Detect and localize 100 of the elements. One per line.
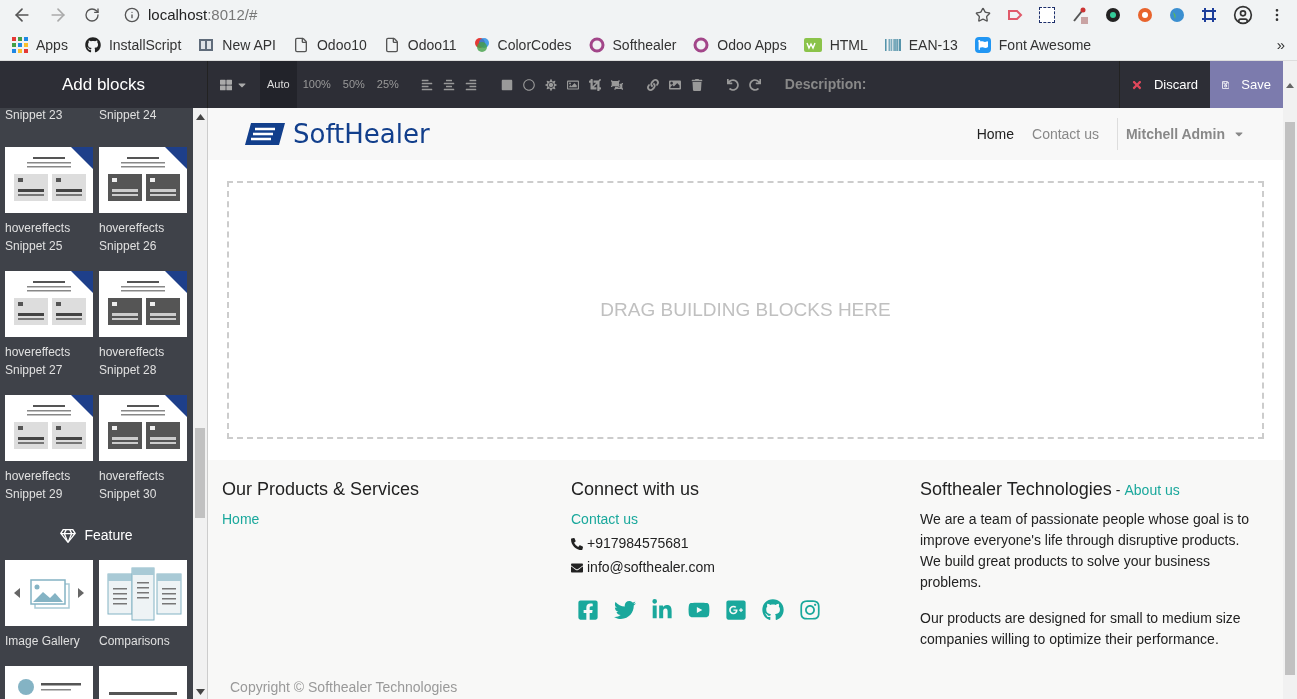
bookmark-link[interactable]: Odoo10 (293, 34, 367, 56)
bookmark-link[interactable]: HTML (803, 34, 868, 56)
snippet-thumbnail[interactable] (99, 147, 187, 213)
block-label: Snippet 24 (99, 108, 158, 124)
ring-icon (588, 37, 605, 53)
bookmark-link[interactable]: Odoo Apps (693, 34, 787, 56)
block-label: hovereffects Snippet 30 (99, 468, 166, 503)
bookmark-link[interactable]: Apps (12, 34, 68, 56)
page-icon (383, 37, 400, 53)
scroll-up-icon[interactable] (1286, 83, 1294, 88)
ring-icon (693, 37, 710, 53)
barcode-icon (884, 37, 901, 53)
bookmark-link[interactable]: Softhealer (588, 34, 677, 56)
info-icon (124, 7, 140, 23)
w3-icon (803, 38, 822, 52)
snippet-thumbnail[interactable] (99, 395, 187, 461)
trash-icon[interactable] (690, 78, 703, 91)
envelope-icon (571, 561, 583, 574)
save-button[interactable]: Save (1210, 61, 1283, 108)
transform-icon[interactable] (610, 78, 623, 91)
profile-icon[interactable] (1233, 5, 1253, 25)
block-label: Comparisons (99, 633, 171, 650)
align-right-icon[interactable] (464, 78, 477, 91)
team-thumbnail[interactable] (5, 666, 93, 699)
eyedropper-icon[interactable] (1071, 6, 1089, 24)
drop-zone-hint: DRAG BUILDING BLOCKS HERE (600, 297, 891, 322)
crop-icon[interactable] (588, 78, 601, 91)
size-option[interactable]: 50% (336, 61, 371, 108)
extension-icon[interactable] (1039, 7, 1055, 23)
scroll-up-icon[interactable] (196, 114, 205, 120)
align-center-icon[interactable] (442, 78, 455, 91)
block-label: Snippet 23 (5, 108, 64, 124)
grid-icon[interactable] (220, 78, 232, 91)
block-label: hovereffects Snippet 25 (5, 220, 72, 255)
description-label: Description: (784, 75, 867, 94)
github-icon (84, 37, 101, 53)
google-plus-icon[interactable] (725, 599, 747, 621)
snippet-thumbnail[interactable] (99, 271, 187, 337)
bookmark-link[interactable]: Odoo11 (383, 34, 457, 56)
undo-icon[interactable] (726, 78, 739, 91)
phone-icon (571, 537, 583, 550)
link-icon[interactable] (646, 78, 659, 91)
image-icon[interactable] (668, 78, 681, 91)
extension-icon[interactable] (1105, 7, 1121, 23)
sidebar-scrollbar[interactable] (193, 108, 208, 699)
scroll-down-icon[interactable] (196, 689, 205, 695)
copyright-text: Copyright © Softhealer Technologies (229, 678, 459, 697)
block-label: Image Gallery (5, 633, 81, 650)
url-host: localhost:8012/# (148, 4, 258, 25)
snippet-thumbnail[interactable] (5, 395, 93, 461)
snippet-thumbnail[interactable] (5, 271, 93, 337)
crop-frame-icon[interactable] (1201, 7, 1217, 23)
github-icon[interactable] (762, 599, 784, 621)
close-icon (1132, 78, 1142, 91)
bookmark-link[interactable]: EAN-13 (884, 34, 958, 56)
text-block-thumbnail[interactable] (99, 666, 187, 699)
footer-paragraph: We are a team of passionate people whose goal is to improve everyone's life through disruptive products. We build great products to solve your business problems. (920, 510, 1250, 592)
logo-mark-icon (245, 123, 285, 145)
scrollbar-thumb[interactable] (1285, 122, 1295, 675)
phone-number: +917984575681 (587, 534, 689, 553)
instagram-icon[interactable] (799, 599, 821, 621)
reload-icon[interactable] (84, 7, 100, 23)
star-icon[interactable] (975, 7, 991, 23)
sun-icon[interactable] (544, 78, 557, 91)
footer-paragraph: Our products are designed for small to medium size companies willing to optimize their performance. (920, 609, 1242, 649)
discard-button[interactable]: Discard (1120, 61, 1210, 108)
page-scrollbar[interactable] (1283, 108, 1297, 699)
bookmark-link[interactable]: InstallScript (84, 34, 182, 56)
block-label: hovereffects Snippet 28 (99, 344, 166, 379)
twitter-icon[interactable] (614, 599, 636, 621)
facebook-icon[interactable] (577, 599, 599, 621)
color-wheel-icon (473, 37, 490, 53)
block-label: hovereffects Snippet 26 (99, 220, 166, 255)
section-title: Feature (84, 526, 133, 545)
page-icon (293, 37, 309, 53)
size-option[interactable]: 25% (370, 61, 405, 108)
footer-heading: Connect with us (571, 478, 701, 501)
image-gallery-thumbnail[interactable] (5, 560, 93, 626)
linkedin-icon[interactable] (651, 599, 673, 621)
size-option[interactable]: Auto (260, 61, 297, 108)
image-icon[interactable] (566, 78, 579, 91)
apps-grid-icon (12, 37, 28, 53)
redo-icon[interactable] (748, 78, 761, 91)
scrollbar-thumb[interactable] (195, 428, 205, 518)
footer-heading: Softhealer Technologies (920, 478, 1112, 501)
block-label: hovereffects Snippet 27 (5, 344, 72, 379)
globe-icon[interactable] (1169, 7, 1185, 23)
bookmark-link[interactable]: ColorCodes (473, 34, 572, 56)
bookmark-link[interactable]: Font Awesome (974, 34, 1092, 56)
align-left-icon[interactable] (420, 78, 433, 91)
nav-link[interactable]: Home (976, 123, 1014, 145)
diamond-icon (60, 527, 77, 544)
comparison-thumbnail[interactable] (99, 560, 187, 626)
bookmark-link[interactable]: New API (198, 34, 276, 56)
book-icon (198, 37, 215, 53)
snippet-thumbnail[interactable] (5, 147, 93, 213)
flag-icon (974, 37, 991, 53)
more-bookmarks-button[interactable]: » (1276, 33, 1285, 57)
block-label: hovereffects Snippet 29 (5, 468, 72, 503)
size-option[interactable]: 100% (296, 61, 337, 108)
